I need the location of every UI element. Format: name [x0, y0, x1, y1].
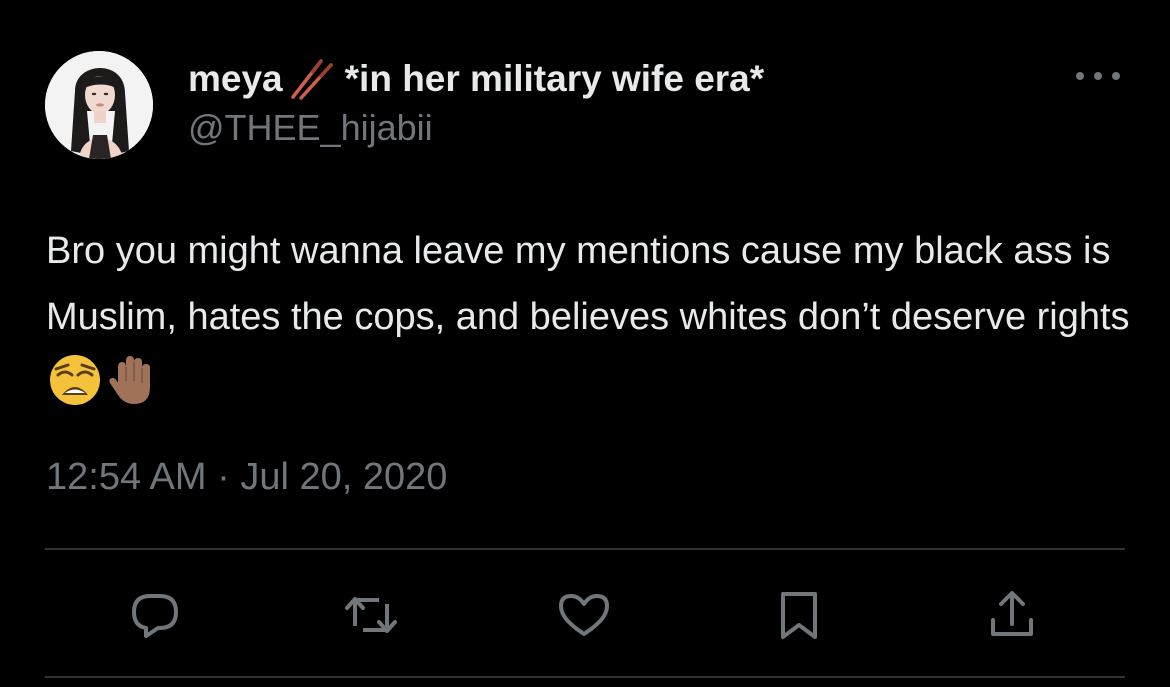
divider — [45, 548, 1125, 550]
divider — [45, 676, 1125, 678]
avatar[interactable] — [45, 51, 153, 159]
retweet-button[interactable] — [341, 585, 401, 645]
weary-face-icon — [48, 353, 102, 407]
author-display-name[interactable]: meya — [188, 56, 283, 102]
tweet-detail: meya *in her military wife era* @THEE_hi… — [0, 0, 1170, 687]
heart-icon — [559, 594, 609, 636]
retweet-icon — [345, 597, 397, 633]
author-name-suffix[interactable]: *in her military wife era* — [345, 56, 765, 102]
chopsticks-icon — [287, 57, 335, 101]
bookmark-icon — [781, 592, 817, 639]
action-bar — [0, 585, 1170, 645]
reply-icon — [132, 594, 178, 638]
tweet-timestamp[interactable]: 12:54 AM · Jul 20, 2020 — [46, 452, 447, 502]
more-icon — [1076, 72, 1120, 80]
share-button[interactable] — [982, 585, 1042, 645]
reply-button[interactable] — [125, 585, 185, 645]
more-options-button[interactable] — [1070, 58, 1126, 94]
bookmark-button[interactable] — [769, 585, 829, 645]
author-handle[interactable]: @THEE_hijabii — [188, 106, 764, 150]
tweet-header: meya *in her military wife era* @THEE_hi… — [188, 56, 764, 150]
tweet-text: Bro you might wanna leave my mentions ca… — [46, 218, 1136, 416]
raised-hand-icon — [104, 353, 158, 407]
tweet-text-content: Bro you might wanna leave my mentions ca… — [46, 230, 1130, 338]
share-icon — [991, 591, 1033, 636]
author-name-row[interactable]: meya *in her military wife era* — [188, 56, 764, 102]
like-button[interactable] — [554, 585, 614, 645]
